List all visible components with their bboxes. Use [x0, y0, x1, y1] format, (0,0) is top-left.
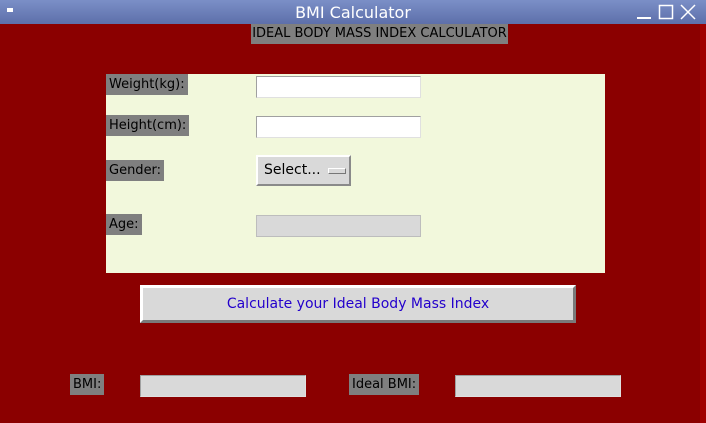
weight-input[interactable] [256, 76, 421, 98]
height-label: Height(cm): [106, 115, 190, 136]
bmi-output[interactable] [140, 375, 306, 397]
close-icon[interactable] [680, 4, 696, 20]
age-input[interactable] [256, 215, 421, 237]
maximize-icon[interactable] [658, 4, 674, 20]
height-input[interactable] [256, 116, 421, 138]
input-form-panel [106, 74, 605, 273]
window-border [700, 24, 706, 423]
weight-label: Weight(kg): [106, 74, 188, 95]
minimize-icon[interactable] [636, 4, 652, 20]
title-bar: BMI Calculator [0, 0, 706, 24]
calculate-button[interactable]: Calculate your Ideal Body Mass Index [140, 285, 576, 323]
ideal-bmi-label: Ideal BMI: [349, 374, 420, 395]
ideal-bmi-output[interactable] [455, 375, 621, 397]
bmi-label: BMI: [70, 374, 105, 395]
window-title: BMI Calculator [295, 3, 411, 22]
gender-selected-value: Select... [264, 162, 321, 178]
gender-select[interactable]: Select... [256, 155, 351, 186]
gender-label: Gender: [106, 160, 165, 181]
page-title: IDEAL BODY MASS INDEX CALCULATOR [251, 24, 508, 44]
age-label: Age: [106, 214, 142, 235]
option-menu-indicator-icon [328, 168, 346, 174]
